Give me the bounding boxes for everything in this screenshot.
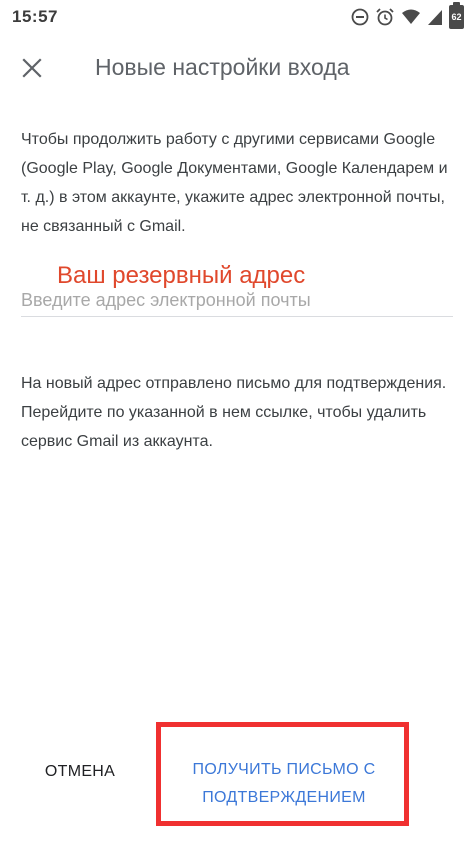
alarm-icon	[375, 7, 395, 27]
screen: 15:57 62 Новые настройки входа Чтобы про…	[0, 0, 474, 842]
confirm-label-line1: ПОЛУЧИТЬ ПИСЬМО С	[192, 761, 376, 778]
close-icon	[22, 58, 42, 78]
confirm-label-line2: ПОДТВЕРЖДЕНИЕМ	[202, 789, 366, 806]
minus-circle-icon	[351, 8, 369, 26]
email-input[interactable]	[21, 284, 453, 317]
wifi-icon	[401, 8, 421, 26]
cancel-button[interactable]: ОТМЕНА	[30, 754, 130, 790]
intro-text: Чтобы продолжить работу с другими сервис…	[21, 131, 448, 235]
page-title: Новые настройки входа	[95, 54, 350, 80]
header: Новые настройки входа	[0, 44, 474, 96]
status-time: 15:57	[12, 7, 58, 26]
status-bar: 15:57 62	[0, 0, 474, 34]
battery-icon: 62	[449, 2, 464, 29]
signal-icon	[427, 8, 443, 26]
status-icons: 62	[351, 2, 464, 29]
send-confirmation-button[interactable]: ПОЛУЧИТЬ ПИСЬМО С ПОДТВЕРЖДЕНИЕМ	[168, 752, 400, 816]
battery-level: 62	[451, 12, 462, 22]
close-button[interactable]	[14, 50, 50, 86]
info-text: На новый адрес отправлено письмо для под…	[21, 375, 447, 450]
